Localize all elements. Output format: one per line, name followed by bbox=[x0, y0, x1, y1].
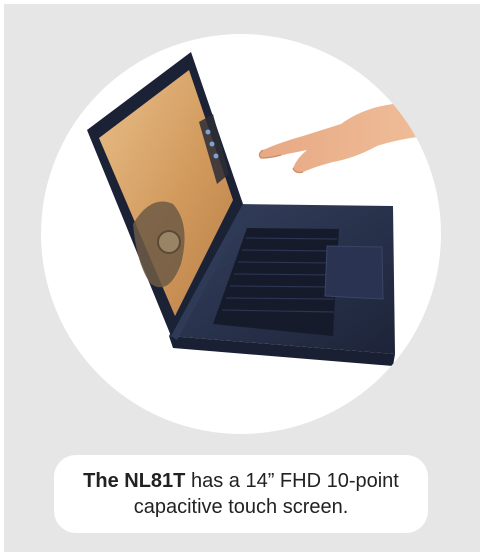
hand-image bbox=[259, 100, 441, 173]
product-photo bbox=[41, 34, 441, 434]
caption-box: The NL81T has a 14” FHD 10-point capacit… bbox=[54, 455, 428, 533]
caption-text: The NL81T has a 14” FHD 10-point capacit… bbox=[72, 468, 410, 520]
touchpad bbox=[324, 245, 384, 300]
content-card: The NL81T has a 14” FHD 10-point capacit… bbox=[4, 4, 480, 552]
screen-crater bbox=[157, 230, 181, 254]
laptop-touch-icon bbox=[87, 52, 441, 366]
caption-model-name: The NL81T bbox=[83, 470, 186, 492]
